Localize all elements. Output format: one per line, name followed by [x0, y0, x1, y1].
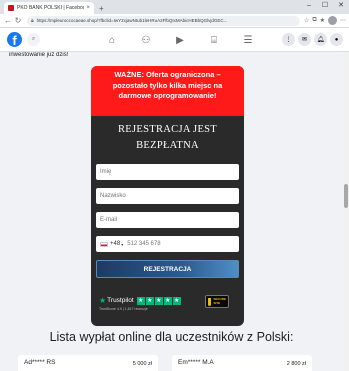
messenger-icon[interactable]: ✉ — [298, 33, 311, 46]
browser-toolbar: ← ↻ 🔒︎ https://mpleuroccocaeae.shop/?fbc… — [0, 14, 349, 28]
chevron-down-icon[interactable]: ▾ — [121, 242, 123, 247]
star-icon: ★ — [154, 296, 163, 305]
limited-offer-warning: WAŻNE: Oferta ograniczona – pozostało ty… — [91, 66, 244, 116]
page-scrollbar[interactable] — [343, 52, 349, 371]
menu-hamburger-icon[interactable]: ☰ — [231, 28, 265, 52]
window-controls: – ☐ ✕ — [301, 0, 349, 12]
lock-icon: 🔒︎ — [31, 17, 34, 24]
payout-card: Em***** M.A 2 800 zł — [172, 355, 312, 371]
friends-icon[interactable]: ⚇ — [129, 28, 163, 52]
pko-favicon-icon — [8, 5, 14, 11]
tab-title: PKO BANK POLSKI | Facebook — [17, 5, 85, 11]
registration-card: WAŻNE: Oferta ograniczona – pozostało ty… — [91, 66, 244, 326]
trustscore-text: TrustScore 4.9 | 1,817 recenzje — [99, 307, 148, 311]
facebook-right-actions: ⋮ ✉ 🔔︎ ● — [282, 33, 343, 46]
address-bar[interactable]: 🔒︎ https://mpleuroccocaeae.shop/?fbclid=… — [27, 15, 300, 26]
scrollbar-thumb[interactable] — [344, 184, 348, 208]
trustpilot-label: Trustpilot — [107, 297, 134, 304]
secure-badge-text: SECURE SITE — [213, 298, 226, 305]
grid-menu-icon[interactable]: ⋮ — [282, 33, 295, 46]
back-icon[interactable]: ← — [3, 16, 13, 25]
tab-close-icon[interactable]: × — [86, 5, 90, 11]
first-name-field[interactable]: Imię — [96, 164, 239, 180]
email-field[interactable]: E-mail — [96, 212, 239, 228]
star-icon: ★ — [163, 296, 172, 305]
trustpilot-star-icon: ★ — [99, 296, 107, 305]
star-icon: ★ — [172, 296, 181, 305]
favorites-icon[interactable]: ★ — [320, 17, 325, 24]
registration-title: REJESTRACJA JEST BEZPŁATNA — [117, 124, 218, 152]
home-icon[interactable]: ⌂ — [95, 28, 129, 52]
profile-avatar-icon[interactable] — [328, 16, 337, 25]
bookmark-star-icon[interactable]: ☆ — [304, 17, 309, 24]
star-icon: ★ — [145, 296, 154, 305]
marketplace-icon[interactable]: ⌸ — [197, 28, 231, 52]
browser-tab[interactable]: PKO BANK POLSKI | Facebook × — [4, 2, 94, 14]
register-button[interactable]: REJESTRACJA — [96, 260, 239, 278]
notifications-bell-icon[interactable]: 🔔︎ — [314, 33, 327, 46]
payout-name: Em***** M.A — [178, 359, 214, 366]
payout-name: Ad***** RS — [24, 359, 56, 366]
star-icon: ★ — [136, 296, 145, 305]
extensions-icon[interactable]: ⧉ — [312, 17, 316, 24]
last-name-field[interactable]: Nazwisko — [96, 188, 239, 204]
trustpilot-rating: ★ Trustpilot ★ ★ ★ ★ ★ — [99, 296, 181, 305]
payout-amount: 5 000 zł — [132, 361, 152, 367]
phone-field[interactable]: +48 ▾ 512 345 678 — [96, 236, 239, 252]
payout-list-title: Lista wypłat online dla uczestników z Po… — [49, 330, 294, 344]
payout-amount: 2 800 zł — [286, 361, 306, 367]
url-text: https://mpleuroccocaeae.shop/?fbclid=IwY… — [36, 18, 228, 23]
trustpilot-stars: ★ ★ ★ ★ ★ — [136, 296, 181, 305]
country-code[interactable]: +48 — [110, 241, 120, 247]
secure-line-2: SITE — [213, 300, 221, 305]
facebook-logo-icon[interactable]: f — [7, 32, 22, 47]
account-avatar-icon[interactable]: ● — [330, 33, 343, 46]
facebook-header: f ⌕ ⌂ ⚇ ▶ ⌸ ☰ ⋮ ✉ 🔔︎ ● — [0, 28, 349, 52]
secure-site-badge: SECURE SITE — [205, 295, 229, 308]
lead-text: inwestowanie już dziś! — [9, 52, 69, 58]
close-window-icon[interactable]: ✕ — [333, 0, 349, 12]
payout-card: Ad***** RS 5 000 zł — [18, 355, 158, 371]
shield-icon — [208, 297, 212, 306]
phone-placeholder: 512 345 678 — [127, 241, 161, 247]
refresh-icon[interactable]: ↻ — [13, 16, 23, 25]
registration-form: Imię Nazwisko E-mail +48 ▾ 512 345 678 R… — [96, 164, 239, 278]
toolbar-actions: ☆ ⧉ ★ ⋯ — [304, 16, 346, 25]
browser-tab-strip: PKO BANK POLSKI | Facebook × + – ☐ ✕ — [0, 0, 349, 14]
search-icon[interactable]: ⌕ — [27, 33, 40, 46]
video-icon[interactable]: ▶ — [163, 28, 197, 52]
facebook-main-nav: ⌂ ⚇ ▶ ⌸ ☰ — [95, 28, 265, 52]
maximize-icon[interactable]: ☐ — [317, 0, 333, 12]
page-content: inwestowanie już dziś! WAŻNE: Oferta ogr… — [0, 52, 343, 371]
minimize-icon[interactable]: – — [301, 0, 317, 12]
menu-dots-icon[interactable]: ⋯ — [340, 17, 346, 24]
poland-flag-icon[interactable] — [100, 241, 108, 247]
new-tab-button[interactable]: + — [99, 4, 104, 13]
